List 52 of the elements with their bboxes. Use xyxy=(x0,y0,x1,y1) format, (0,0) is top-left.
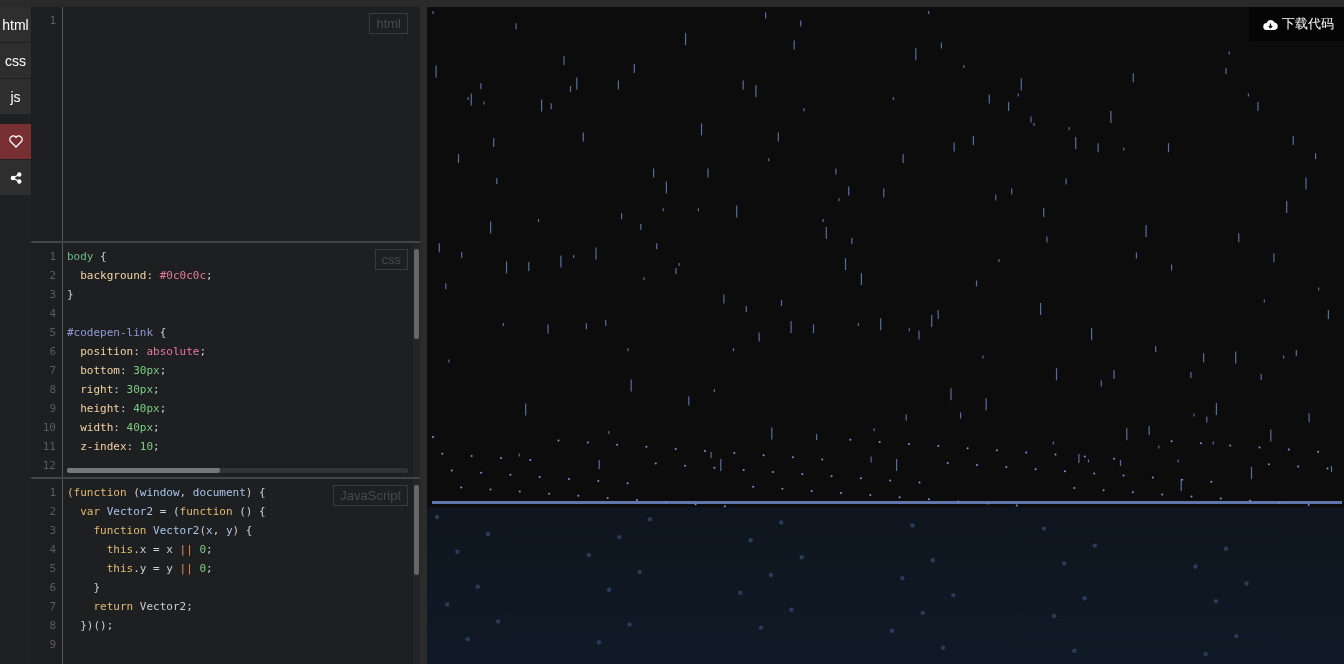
line-number: 8 xyxy=(48,382,57,398)
code-line: #codepen-link { xyxy=(67,325,167,341)
code-line: this.y = y || 0; xyxy=(105,561,213,577)
line-number: 1 xyxy=(48,13,57,29)
code-line: } xyxy=(67,287,74,303)
line-number: 5 xyxy=(48,325,57,341)
code-line: var Vector2 = (function () { xyxy=(79,504,266,520)
like-button[interactable] xyxy=(0,124,31,159)
code-line: body { xyxy=(67,249,107,265)
code-line: bottom: 30px; xyxy=(79,363,167,379)
line-number: 6 xyxy=(48,580,57,596)
horizontal-scrollbar[interactable] xyxy=(67,468,408,473)
share-button[interactable] xyxy=(0,160,31,195)
line-number: 3 xyxy=(48,523,57,539)
line-number: 1 xyxy=(48,249,57,265)
line-number: 8 xyxy=(48,618,57,634)
heart-icon xyxy=(8,135,23,148)
language-tab[interactable]: js xyxy=(0,79,31,114)
line-number: 2 xyxy=(48,504,57,520)
code-line: z-index: 10; xyxy=(79,439,160,455)
scrollbar-thumb[interactable] xyxy=(414,485,419,575)
line-number: 7 xyxy=(48,363,57,379)
line-number: 6 xyxy=(48,344,57,360)
code-line: background: #0c0c0c; xyxy=(79,268,213,284)
code-line: } xyxy=(92,580,101,596)
language-tab[interactable]: css xyxy=(0,43,31,78)
share-icon xyxy=(9,171,22,184)
line-number: 9 xyxy=(48,637,57,653)
cloud-download-icon xyxy=(1263,18,1278,30)
line-number: 4 xyxy=(48,542,57,558)
code-line: right: 30px; xyxy=(79,382,160,398)
language-tab[interactable]: html xyxy=(0,7,31,42)
download-code-button[interactable]: 下载代码 xyxy=(1249,7,1344,41)
code-line: (function (window, document) { xyxy=(67,485,266,501)
line-number: 9 xyxy=(48,401,57,417)
code-line: height: 40px; xyxy=(79,401,167,417)
line-number: 10 xyxy=(41,420,57,436)
line-number: 1 xyxy=(48,485,57,501)
line-number: 4 xyxy=(48,306,57,322)
code-line: this.x = x || 0; xyxy=(105,542,213,558)
line-number: 12 xyxy=(41,458,57,474)
line-number: 7 xyxy=(48,599,57,615)
line-number: 2 xyxy=(48,268,57,284)
code-line: width: 40px; xyxy=(79,420,160,436)
code-line: function Vector2(x, y) { xyxy=(92,523,253,539)
scrollbar-thumb[interactable] xyxy=(414,249,419,339)
line-number: 11 xyxy=(41,439,57,455)
line-number: 5 xyxy=(48,561,57,577)
code-line: })(); xyxy=(79,618,114,634)
code-line: return Vector2; xyxy=(92,599,193,615)
line-number: 3 xyxy=(48,287,57,303)
code-line: position: absolute; xyxy=(79,344,207,360)
